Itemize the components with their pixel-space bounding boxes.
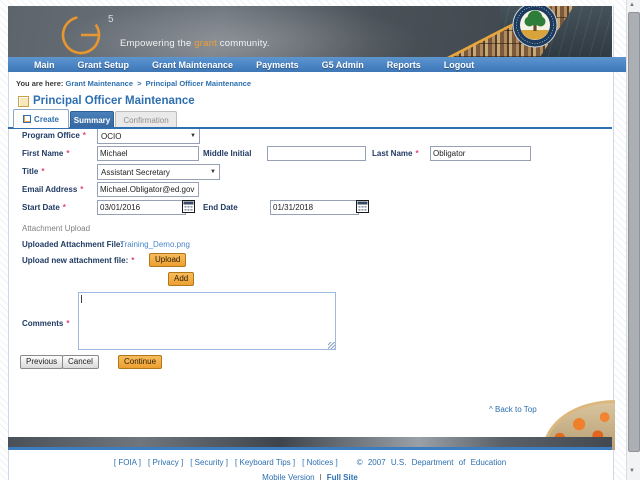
chevron-down-icon: ▼ <box>210 169 216 175</box>
logo-tagline: Empowering the grant community. <box>120 38 270 49</box>
full-site-link[interactable]: Full Site <box>327 473 358 480</box>
uploaded-attachment-file-link[interactable]: Training_Demo.png <box>120 240 190 249</box>
g5-banner: 5 Empowering the grant community. <box>8 6 612 57</box>
middle-initial-input[interactable] <box>267 146 366 161</box>
end-date-label: End Date <box>203 203 238 212</box>
g5-logo-icon <box>61 15 101 55</box>
uploaded-attachment-file-label: Uploaded Attachment File: <box>22 240 124 249</box>
nav-item-g5-admin[interactable]: G5 Admin <box>322 60 364 70</box>
back-to-top-caret-icon: ^ <box>489 405 493 414</box>
logo-5-superscript: 5 <box>108 14 114 25</box>
page-title: Principal Officer Maintenance <box>33 95 195 107</box>
program-office-select[interactable]: OCIO ▼ <box>97 128 200 144</box>
start-date-label: Start Date * <box>22 203 66 212</box>
tagline-pre: Empowering the <box>120 38 195 49</box>
nav-item-grant-maintenance[interactable]: Grant Maintenance <box>152 60 233 70</box>
breadcrumb-link-grant-maintenance[interactable]: Grant Maintenance <box>65 79 133 88</box>
mobile-version-link[interactable]: Mobile Version <box>262 473 314 480</box>
footer-divider: | <box>319 473 322 480</box>
footer-links-row: [ FOIA ] [ Privacy ] [ Security ] [ Keyb… <box>8 458 612 467</box>
upload-new-attachment-label: Upload new attachment file: * <box>22 256 135 265</box>
copyright-text: © 2007 U.S. Department of Education <box>356 458 507 467</box>
tab-underline <box>8 127 612 129</box>
tab-summary[interactable]: Summary <box>70 111 114 128</box>
first-name-input[interactable] <box>97 146 199 161</box>
text-cursor <box>81 295 82 303</box>
comments-label: Comments * <box>22 319 70 328</box>
create-tab-icon <box>23 115 32 123</box>
tab-create-label: Create <box>34 114 59 124</box>
footer-mobile-row: Mobile Version | Full Site <box>8 473 612 480</box>
main-nav-bar: Main Grant Setup Grant Maintenance Payme… <box>8 57 638 72</box>
tagline-accent: grant <box>194 38 217 49</box>
footer-photo-strip <box>8 437 612 447</box>
breadcrumb-link-principal-officer[interactable]: Principal Officer Maintenance <box>146 79 251 88</box>
comments-textarea[interactable] <box>78 292 336 350</box>
dept-of-education-seal-icon <box>512 6 558 48</box>
middle-initial-label: Middle Initial <box>203 149 252 158</box>
last-name-label: Last Name * <box>372 149 419 158</box>
program-office-label: Program Office * <box>22 131 86 140</box>
nav-item-grant-setup[interactable]: Grant Setup <box>78 60 130 70</box>
upload-button[interactable]: Upload <box>149 253 187 267</box>
tab-summary-label: Summary <box>73 115 111 125</box>
start-date-calendar-icon[interactable] <box>182 200 195 213</box>
first-name-label: First Name * <box>22 149 70 158</box>
tab-confirmation: Confirmation <box>115 111 177 128</box>
nav-item-logout[interactable]: Logout <box>444 60 475 70</box>
tagline-post: community. <box>216 38 270 49</box>
back-to-top-link[interactable]: ^ Back to Top <box>489 405 537 414</box>
tab-confirmation-label: Confirmation <box>123 115 169 125</box>
footer-blue-line <box>8 447 612 450</box>
back-to-top-label: Back to Top <box>495 405 537 414</box>
add-button[interactable]: Add <box>168 272 195 286</box>
previous-button[interactable]: Previous <box>20 355 64 369</box>
comments-field-wrap <box>78 292 336 350</box>
continue-button[interactable]: Continue <box>118 355 163 369</box>
footer-link-privacy[interactable]: [ Privacy ] <box>148 458 183 467</box>
chevron-down-icon: ▼ <box>190 133 196 139</box>
program-office-value: OCIO <box>101 131 122 141</box>
email-label: Email Address * <box>22 185 84 194</box>
email-field[interactable] <box>97 182 199 197</box>
page-title-row: Principal Officer Maintenance <box>18 95 195 107</box>
nav-item-payments[interactable]: Payments <box>256 60 299 70</box>
last-name-input[interactable] <box>430 146 531 161</box>
tab-create[interactable]: Create <box>13 109 69 128</box>
page-title-icon <box>18 95 29 107</box>
title-value: Assistant Secretary <box>101 167 170 177</box>
footer-link-notices[interactable]: [ Notices ] <box>302 458 338 467</box>
title-label: Title * <box>22 167 45 176</box>
nav-item-main[interactable]: Main <box>34 60 55 70</box>
footer-link-security[interactable]: [ Security ] <box>190 458 228 467</box>
end-date-input[interactable] <box>270 200 359 215</box>
scrollbar-down-arrow-icon[interactable]: ▼ <box>629 468 635 474</box>
start-date-input[interactable] <box>97 200 186 215</box>
cancel-button[interactable]: Cancel <box>62 355 99 369</box>
nav-item-reports[interactable]: Reports <box>387 60 421 70</box>
footer-link-keyboard-tips[interactable]: [ Keyboard Tips ] <box>235 458 295 467</box>
resize-handle[interactable] <box>328 342 335 349</box>
title-select[interactable]: Assistant Secretary ▼ <box>97 164 220 180</box>
g5-application-window: 5 Empowering the grant community. Main G… <box>0 0 640 480</box>
vertical-scrollbar-thumb[interactable] <box>628 12 640 452</box>
footer-link-foia[interactable]: [ FOIA ] <box>114 458 141 467</box>
breadcrumb-separator: > <box>137 79 142 88</box>
end-date-calendar-icon[interactable] <box>356 200 369 213</box>
attachment-upload-section-label: Attachment Upload <box>22 224 91 233</box>
breadcrumb: You are here: Grant Maintenance > Princi… <box>16 79 251 88</box>
breadcrumb-prefix: You are here: <box>16 79 64 88</box>
scrollbar-up-arrow-icon[interactable]: ▲ <box>629 2 635 8</box>
